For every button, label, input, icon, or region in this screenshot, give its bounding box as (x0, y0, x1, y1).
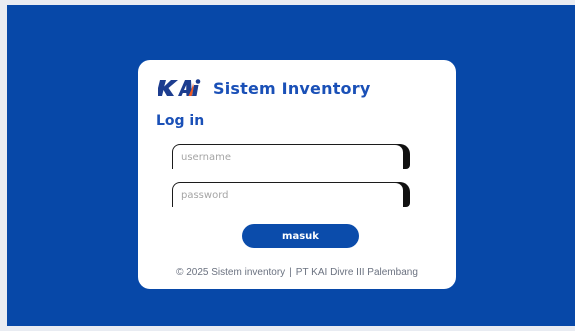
login-card: Sistem Inventory Log in masuk © 2025 Sis… (138, 60, 456, 289)
footer: © 2025 Sistem inventory | PT KAI Divre III… (138, 267, 456, 278)
footer-separator: | (289, 267, 292, 278)
username-input[interactable] (172, 144, 403, 169)
page: Sistem Inventory Log in masuk © 2025 Sis… (0, 0, 575, 331)
password-field-wrapper (172, 182, 410, 207)
login-submit-button[interactable]: masuk (242, 224, 359, 248)
page-background: Sistem Inventory Log in masuk © 2025 Sis… (7, 5, 575, 326)
login-heading: Log in (156, 113, 205, 129)
kai-logo-icon (158, 79, 201, 96)
footer-organization: PT KAI Divre III Palembang (295, 267, 418, 278)
footer-copyright: © 2025 Sistem inventory (176, 267, 286, 278)
password-input[interactable] (172, 182, 403, 207)
username-field-wrapper (172, 144, 410, 169)
brand-header: Sistem Inventory (158, 76, 370, 100)
app-title: Sistem Inventory (213, 78, 371, 98)
